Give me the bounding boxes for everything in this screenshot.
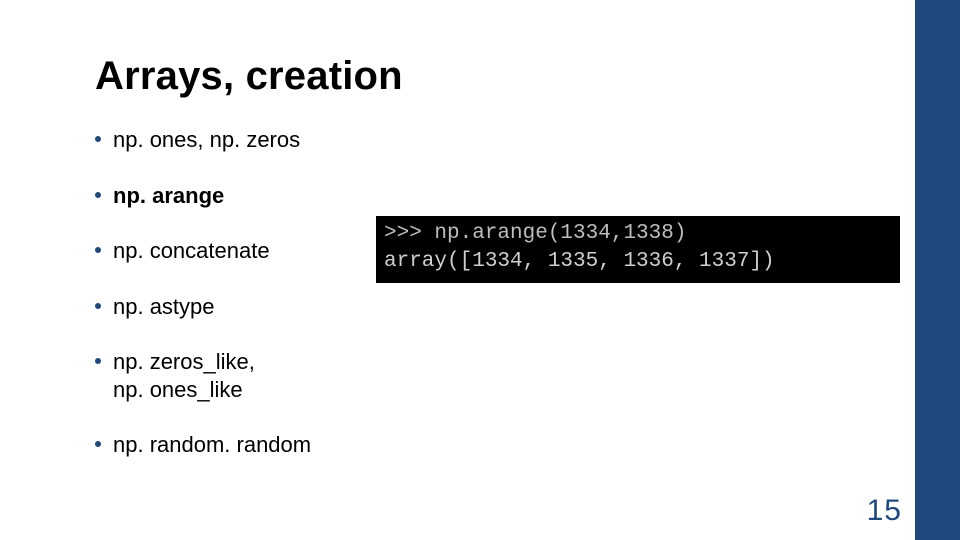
list-item: np. ones, np. zeros [95, 126, 475, 154]
bullet-icon [95, 303, 101, 309]
list-item: np. random. random [95, 431, 475, 459]
list-item: np. arange [95, 182, 475, 210]
accent-bar [915, 0, 960, 540]
bullet-icon [95, 247, 101, 253]
list-item-line1: np. zeros_like, [113, 349, 255, 374]
list-item-label: np. zeros_like, np. ones_like [113, 348, 255, 403]
bullet-list: np. ones, np. zeros np. arange np. conca… [95, 126, 475, 487]
bullet-icon [95, 441, 101, 447]
code-snippet: >>> np.arange(1334,1338) array([1334, 13… [376, 216, 900, 283]
slide-title: Arrays, creation [95, 54, 403, 99]
list-item-label: np. arange [113, 182, 224, 210]
code-line: >>> np.arange(1334,1338) [384, 222, 686, 245]
page-number: 15 [867, 494, 902, 528]
list-item-label: np. random. random [113, 431, 311, 459]
list-item: np. zeros_like, np. ones_like [95, 348, 475, 403]
list-item: np. astype [95, 293, 475, 321]
list-item-label: np. concatenate [113, 237, 270, 265]
code-line: array([1334, 1335, 1336, 1337]) [384, 250, 775, 273]
list-item-label: np. astype [113, 293, 215, 321]
bullet-icon [95, 192, 101, 198]
bullet-icon [95, 136, 101, 142]
list-item-line2: np. ones_like [113, 376, 255, 404]
list-item-label: np. ones, np. zeros [113, 126, 300, 154]
slide: Arrays, creation np. ones, np. zeros np.… [0, 0, 960, 540]
bullet-icon [95, 358, 101, 364]
